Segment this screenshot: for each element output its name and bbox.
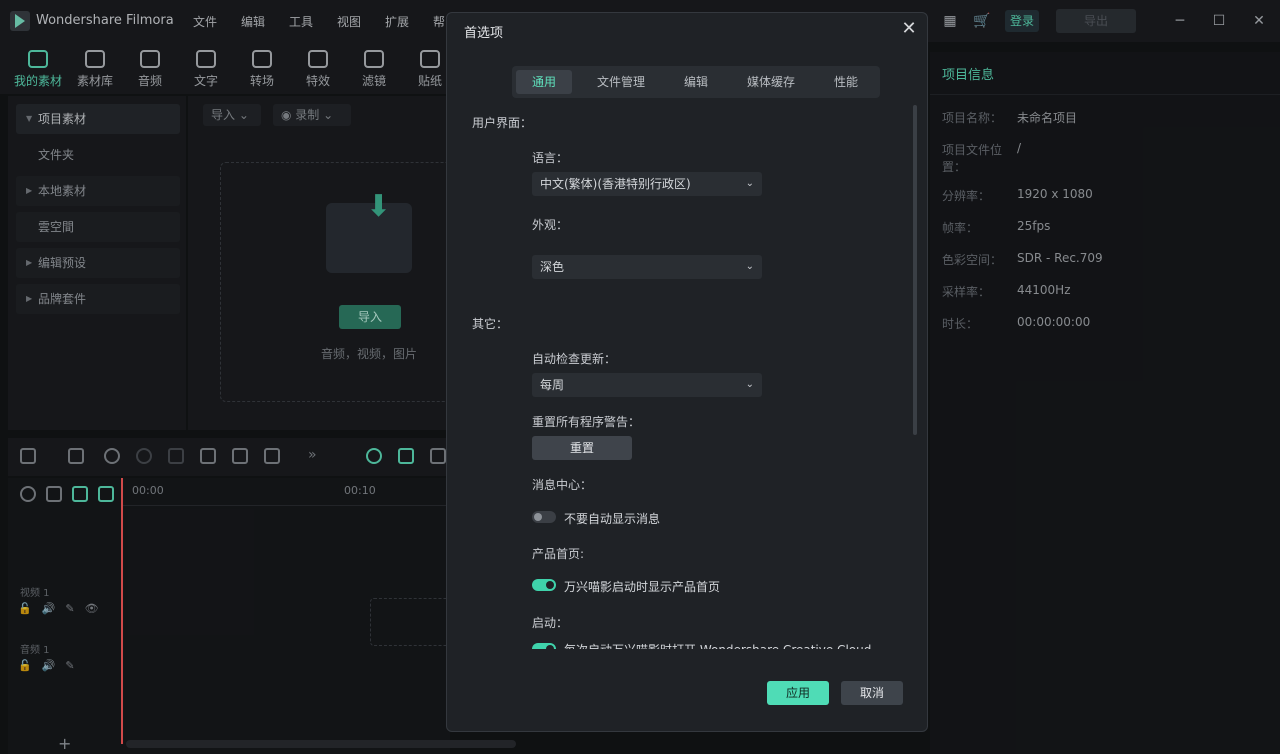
auto-update-select[interactable]: 每周 ⌄ (532, 373, 762, 397)
chevron-down-icon: ⌄ (745, 261, 754, 272)
language-select[interactable]: 中文(繁体)(香港特别行政区) ⌄ (532, 172, 762, 196)
show-product-home-label: 万兴喵影启动时显示产品首页 (564, 580, 721, 594)
no-auto-messages-toggle[interactable] (532, 511, 556, 523)
tab-editing[interactable]: 编辑 (668, 70, 724, 94)
general-settings: 用户界面： 语言： 中文(繁体)(香港特别行政区) ⌄ 外观： 深色 ⌄ 其它： 自… (447, 105, 911, 649)
chevron-down-icon: ⌄ (745, 178, 754, 189)
dialog-title: 首选项 (464, 26, 504, 41)
preferences-dialog: 首选项 ✕ 通用 文件管理 编辑 媒体缓存 性能 用户界面： 语言： 中文(繁体… (446, 12, 928, 732)
tab-media-cache[interactable]: 媒体缓存 (736, 70, 806, 94)
toggle-knob (546, 581, 554, 589)
dialog-scrollbar[interactable] (913, 105, 917, 435)
tab-general[interactable]: 通用 (516, 70, 572, 94)
startup-cloud-label: 每次启动万兴喵影时打开 Wondershare Creative Cloud (564, 641, 871, 649)
auto-update-label: 自动检查更新： (532, 352, 617, 366)
section-user-interface: 用户界面： (472, 116, 533, 130)
cancel-button[interactable]: 取消 (841, 681, 903, 705)
toggle-knob (546, 645, 554, 649)
tab-performance[interactable]: 性能 (818, 70, 874, 94)
product-home-label: 产品首页: (532, 547, 585, 561)
startup-label: 启动： (532, 616, 569, 630)
chevron-down-icon: ⌄ (745, 379, 754, 390)
show-product-home-toggle[interactable] (532, 579, 556, 591)
section-other: 其它： (472, 317, 509, 331)
appearance-label: 外观： (532, 218, 569, 232)
message-center-label: 消息中心： (532, 478, 593, 492)
no-auto-messages-label: 不要自动显示消息 (564, 512, 661, 526)
language-label: 语言： (532, 151, 569, 165)
apply-button[interactable]: 应用 (767, 681, 829, 705)
toggle-knob (534, 513, 542, 521)
preferences-tabs: 通用 文件管理 编辑 媒体缓存 性能 (512, 66, 880, 98)
tab-file-management[interactable]: 文件管理 (586, 70, 656, 94)
reset-button[interactable]: 重置 (532, 436, 632, 460)
reset-warnings-label: 重置所有程序警告： (532, 415, 641, 429)
close-icon[interactable]: ✕ (899, 19, 919, 39)
startup-cloud-toggle[interactable] (532, 643, 556, 649)
appearance-select[interactable]: 深色 ⌄ (532, 255, 762, 279)
